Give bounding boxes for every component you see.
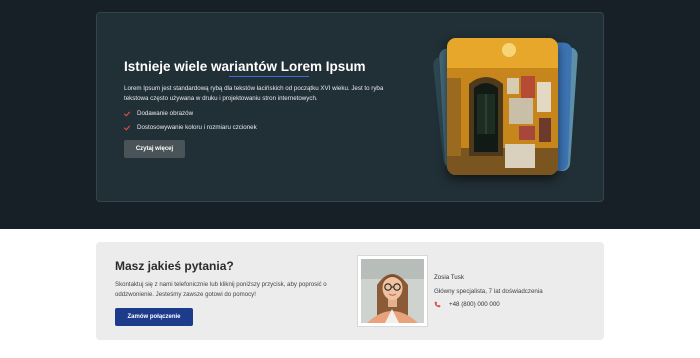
check-icon: [124, 125, 130, 130]
feature-item: Dodawanie obrazów: [124, 110, 193, 117]
street-door-photo: [447, 38, 558, 175]
person-name: Zosia Tusk: [434, 274, 464, 281]
contact-description: Skontaktuj się z nami telefonicznie lub …: [115, 281, 327, 298]
check-icon: [124, 111, 130, 116]
phone-number-text[interactable]: +48 (800) 000 000: [449, 301, 500, 308]
person-role: Główny specjalista, 7 lat doświadczenia: [434, 288, 543, 295]
order-call-button[interactable]: Zamów połączenie: [115, 308, 193, 326]
feature-label: Dodawanie obrazów: [137, 110, 194, 117]
photo-stack: [432, 38, 579, 178]
contact-title: Masz jakieś pytania?: [115, 259, 234, 273]
phone-number[interactable]: +48 (800) 000 000: [434, 301, 500, 308]
feature-label: Dostosowywanie koloru i rozmiaru czcione…: [137, 124, 257, 131]
hero-description: Lorem Ipsum jest standardową rybą dla te…: [124, 85, 384, 102]
avatar: [358, 256, 427, 326]
read-more-button[interactable]: Czytaj więcej: [124, 140, 185, 158]
phone-icon: [434, 301, 441, 308]
feature-item: Dostosowywanie koloru i rozmiaru czcione…: [124, 124, 257, 131]
hero-section: Istnieje wiele wariantów Lorem Ipsum Lor…: [0, 0, 700, 229]
contact-card: Masz jakieś pytania? Skontaktuj się z na…: [96, 242, 604, 340]
hero-title: Istnieje wiele wariantów Lorem Ipsum: [124, 59, 366, 74]
hero-title-underline: [229, 76, 309, 77]
